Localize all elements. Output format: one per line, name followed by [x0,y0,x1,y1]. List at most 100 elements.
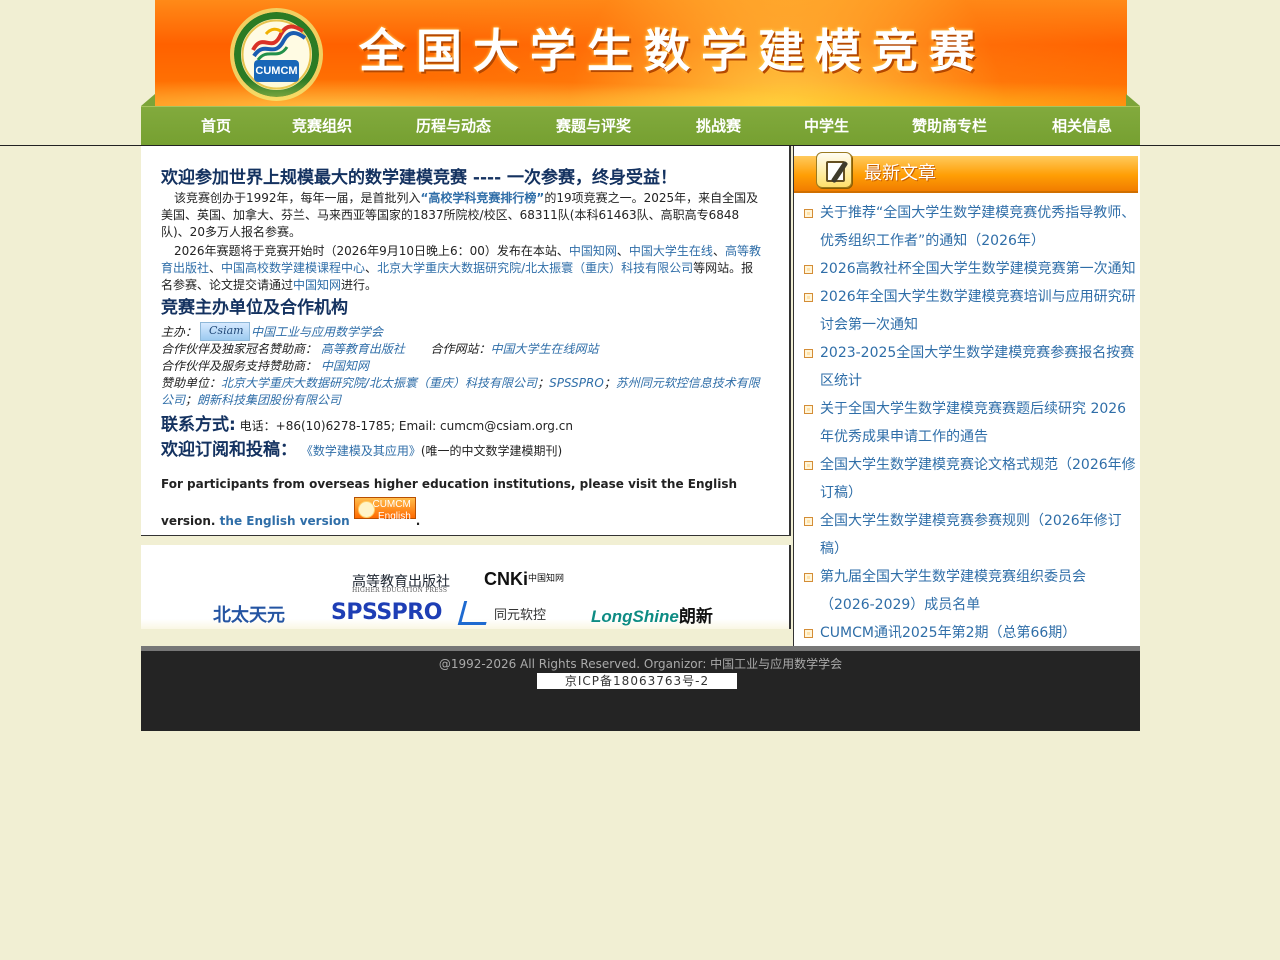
nav-problems-awards[interactable]: 赛题与评奖 [556,107,631,146]
tongyuan-mark-icon [457,601,493,625]
article-title: 2023-2025全国大学生数学建模竞赛参赛报名按赛区统计 [820,345,1135,389]
square-bullet-icon [804,517,813,526]
sponsor-link-2[interactable]: SPSSPRO [549,376,604,390]
partner-site-link[interactable]: 中国大学生在线网站 [491,342,599,356]
copyright-text: @1992-2026 All Rights Reserved. Organizo… [438,657,843,671]
course-center-link[interactable]: 中国高校数学建模课程中心 [221,261,365,275]
nav-sponsors[interactable]: 赞助商专栏 [912,107,987,146]
sponsors-label: 赞助单位： [161,376,222,390]
square-bullet-icon [804,573,813,582]
separator: 、 [616,244,629,258]
article-title: 全国大学生数学建模竞赛参赛规则（2026年修订稿） [820,513,1122,557]
csiam-logo[interactable] [200,322,251,341]
partner-site-label: 合作网站： [430,342,491,356]
contact-block: 联系方式: 电话：+86(10)6278-1785; Email: cumcm@… [161,413,765,463]
nav-challenge[interactable]: 挑战赛 [696,107,741,146]
welcome-headline: 欢迎参加世界上规模最大的数学建模竞赛 ---- 一次参赛，终身受益！ [161,168,678,188]
english-version-note: For participants from overseas higher ed… [161,471,765,534]
header-corner-right [1126,94,1140,106]
service-row: 合作伙伴及服务支持赞助商： 中国知网 [161,358,765,375]
spsspro-logo[interactable]: SPSSPRO [331,601,442,625]
beitai-tianyuan-logo[interactable]: 北太天元 [213,601,285,627]
latest-articles-title: 最新文章 [864,163,936,184]
tongyuan-logo-text: 同元软控 [494,608,547,623]
university-online-link[interactable]: 中国大学生在线 [629,244,713,258]
article-link-7[interactable]: 全国大学生数学建模竞赛参赛规则（2026年修订稿） [804,507,1138,563]
partner-logos: 高等教育出版社 HIGHER EDUCATION PRESS CNKi中国知网 … [141,545,791,629]
main-content-panel: 欢迎参加世界上规模最大的数学建模竞赛 ---- 一次参赛，终身受益！ 该竞赛创办… [141,146,791,536]
partner-link[interactable]: 高等教育出版社 [321,342,405,356]
nav-related-info[interactable]: 相关信息 [1052,107,1112,146]
separator: 、 [712,244,725,258]
site-banner: CUMCM 全国大学生数学建模竞赛 [155,0,1127,106]
notepad-icon [816,152,852,188]
contact-text: 电话：+86(10)6278-1785; Email: cumcm@csiam.… [239,419,573,433]
article-link-1[interactable]: 关于推荐“全国大学生数学建模竞赛优秀指导教师、优秀组织工作者”的通知（2026年… [804,199,1138,255]
organizers-heading: 竞赛主办单位及合作机构 [161,298,348,318]
sponsor-link-1[interactable]: 北京大学重庆大数据研究院/北太振寰（重庆）科技有限公司 [221,376,537,390]
site-title: 全国大学生数学建模竞赛 [359,24,986,78]
peking-university-chongqing-link[interactable]: 北京大学重庆大数据研究院/北太振寰（重庆）科技有限公司 [377,261,693,275]
article-title: CUMCM通讯2025年第2期（总第66期） [820,625,1077,641]
main-content: 欢迎参加世界上规模最大的数学建模竞赛 ---- 一次参赛，终身受益！ 该竞赛创办… [161,168,765,534]
article-link-8[interactable]: 第九届全国大学生数学建模竞赛组织委员会（2026-2029）成员名单 [804,563,1138,619]
latest-articles-sidebar: 最新文章 关于推荐“全国大学生数学建模竞赛优秀指导教师、优秀组织工作者”的通知（… [793,146,1140,646]
sponsors-row: 赞助单位：北京大学重庆大数据研究院/北太振寰（重庆）科技有限公司 ； SPSSPRO… [161,375,765,409]
article-link-2[interactable]: 2026高教社杯全国大学生数学建模竞赛第一次通知 [804,255,1138,283]
longshine-logo-text: LongShine [591,607,679,626]
site-footer: @1992-2026 All Rights Reserved. Organizo… [141,646,1140,731]
separator: 、 [209,261,222,275]
square-bullet-icon [804,461,813,470]
longshine-logo[interactable]: LongShine朗新 [591,602,713,627]
intro-text-before: 该竞赛创办于1992年，每年一届，是首批列入 [174,191,421,205]
nav-history-news[interactable]: 历程与动态 [416,107,491,146]
icp-license-link[interactable]: 京ICP备18063763号-2 [537,673,737,689]
cnki-logo-text: CNKi [484,569,528,589]
host-row: 主办： 中国工业与应用数学学会 [161,322,765,341]
intro-paragraph: 该竞赛创办于1992年，每年一届，是首批列入“高校学科竞赛排行榜”的19项竞赛之… [161,190,765,241]
nav-home[interactable]: 首页 [201,107,231,146]
schedule-paragraph: 2026年赛题将于竞赛开始时（2026年9月10日晚上6：00）发布在本站、中国… [161,243,765,294]
hep-logo-subtext: HIGHER EDUCATION PRESS [352,587,448,594]
article-title: 2026年全国大学生数学建模竞赛培训与应用研究研讨会第一次通知 [820,289,1136,333]
square-bullet-icon [804,405,813,414]
cnki-logo[interactable]: CNKi中国知网 [484,569,564,590]
sponsor-link-4[interactable]: 朗新科技集团股份有限公司 [197,393,341,407]
ranking-link[interactable]: “高校学科竞赛排行榜” [421,191,545,205]
article-link-6[interactable]: 全国大学生数学建模竞赛论文格式规范（2026年修订稿） [804,451,1138,507]
english-version-link[interactable]: the English version [220,514,350,528]
nav-high-school[interactable]: 中学生 [804,107,849,146]
service-link[interactable]: 中国知网 [321,359,369,373]
service-label: 合作伙伴及服务支持赞助商： [161,359,318,373]
tongyuan-logo[interactable]: 同元软控 [457,601,547,625]
contact-title: 联系方式: [161,415,236,435]
nav-competition-organization[interactable]: 竞赛组织 [292,107,352,146]
latest-articles-list: 关于推荐“全国大学生数学建模竞赛优秀指导教师、优秀组织工作者”的通知（2026年… [804,199,1138,647]
article-link-4[interactable]: 2023-2025全国大学生数学建模竞赛参赛报名按赛区统计 [804,339,1138,395]
sponsor-separator: ； [185,393,198,407]
cnki-link[interactable]: 中国知网 [569,244,617,258]
article-title: 全国大学生数学建模竞赛论文格式规范（2026年修订稿） [820,457,1136,501]
host-link[interactable]: 中国工业与应用数学学会 [251,325,383,339]
journal-note: (唯一的中文数学建模期刊) [420,444,563,458]
page-shell: CUMCM 全国大学生数学建模竞赛 首页 竞赛组织 历程与动态 赛题与评奖 挑战… [141,0,1140,731]
cumcm-logo[interactable]: CUMCM [230,8,323,101]
host-label: 主办： [161,325,198,339]
subscribe-title: 欢迎订阅和投稿： [161,440,297,460]
higher-education-press-logo[interactable]: 高等教育出版社 HIGHER EDUCATION PRESS [352,571,450,594]
main-navigation: 首页 竞赛组织 历程与动态 赛题与评奖 挑战赛 中学生 赞助商专栏 相关信息 [141,106,1140,145]
english-version-badge[interactable]: CUMCM English Version [353,497,416,534]
latest-articles-header: 最新文章 [794,152,1138,193]
square-bullet-icon [804,209,813,218]
partner-label: 合作伙伴及独家冠名赞助商： [161,342,318,356]
article-link-5[interactable]: 关于全国大学生数学建模竞赛赛题后续研究 2026年优秀成果申请工作的通告 [804,395,1138,451]
article-link-9[interactable]: CUMCM通讯2025年第2期（总第66期） [804,619,1138,647]
schedule-text: 2026年赛题将于竞赛开始时（2026年9月10日晚上6：00）发布在本站、 [174,244,569,258]
schedule-text: 进行。 [341,278,378,292]
cnki-chinese-text: 中国知网 [528,573,565,583]
registration-cnki-link[interactable]: 中国知网 [293,278,341,292]
article-link-3[interactable]: 2026年全国大学生数学建模竞赛培训与应用研究研讨会第一次通知 [804,283,1138,339]
journal-link[interactable]: 《数学建模及其应用》 [301,444,421,458]
separator: 、 [365,261,378,275]
square-bullet-icon [804,629,813,638]
